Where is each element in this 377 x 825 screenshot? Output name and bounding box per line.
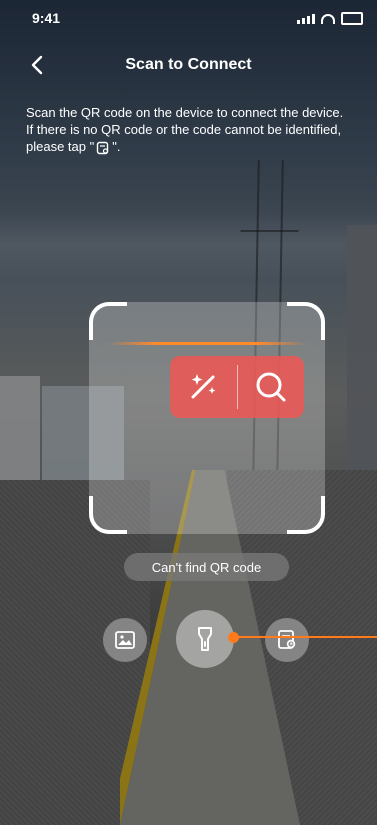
status-bar: 9:41	[0, 0, 377, 40]
cant-find-qr-button[interactable]: Can't find QR code	[124, 553, 289, 581]
signal-icon	[297, 13, 315, 24]
manual-entry-icon	[97, 141, 109, 154]
battery-icon	[341, 12, 363, 25]
smart-recognition-panel	[170, 356, 304, 418]
flashlight-icon	[198, 627, 212, 651]
search-button[interactable]	[238, 356, 305, 418]
annotation-line	[234, 636, 377, 638]
status-icons	[297, 12, 363, 25]
instruction-text: If there is no QR code or the code canno…	[26, 122, 342, 154]
instruction-line-1: Scan the QR code on the device to connec…	[26, 105, 344, 120]
header: Scan to Connect	[0, 48, 377, 82]
status-time: 9:41	[32, 10, 61, 26]
instruction-line-2: If there is no QR code or the code canno…	[26, 121, 369, 155]
scan-corner	[89, 302, 127, 340]
image-gallery-icon	[115, 631, 135, 649]
page-title: Scan to Connect	[125, 56, 252, 73]
scan-frame	[89, 302, 325, 534]
scan-screen: 9:41 Scan to Connect Scan the QR code on…	[0, 0, 377, 825]
flashlight-button[interactable]	[176, 610, 234, 668]
manual-entry-button[interactable]	[265, 618, 309, 662]
magic-wand-button[interactable]	[170, 356, 237, 418]
manual-entry-icon	[278, 630, 296, 649]
wifi-icon	[321, 13, 335, 24]
scan-corner	[89, 496, 127, 534]
search-icon	[256, 372, 286, 402]
annotation-dot	[228, 632, 239, 643]
scan-corner	[287, 302, 325, 340]
instruction-text-end: ".	[112, 139, 121, 154]
magic-wand-icon	[191, 374, 216, 399]
album-button[interactable]	[103, 618, 147, 662]
instructions: Scan the QR code on the device to connec…	[26, 104, 369, 155]
scan-line	[107, 342, 307, 345]
